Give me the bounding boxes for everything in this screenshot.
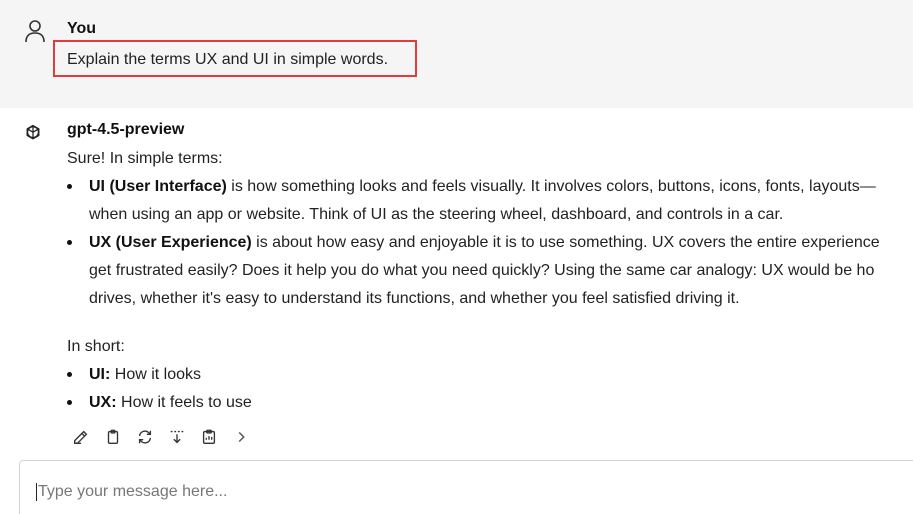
insert-icon	[170, 430, 184, 444]
insert-button[interactable]	[168, 427, 200, 447]
bullet-continuation: get frustrated easily? Does it help you …	[89, 262, 875, 279]
user-name: You	[67, 20, 97, 37]
copy-icon	[107, 429, 119, 444]
bullet-continuation: when using an app or website. Think of U…	[89, 206, 784, 223]
regenerate-icon	[138, 430, 152, 444]
assistant-message-body: Sure! In simple terms: UI (User Interfac…	[67, 145, 913, 417]
chevron-right-icon	[238, 431, 245, 443]
bullet-text: How it looks	[110, 366, 202, 383]
more-button[interactable]	[232, 427, 264, 447]
user-avatar-icon	[25, 20, 45, 43]
list-item: UI (User Interface) is how something loo…	[67, 173, 913, 201]
edit-icon	[74, 430, 88, 444]
assistant-logo-icon	[26, 124, 40, 140]
user-message-block: You Explain the terms UX and UI in simpl…	[0, 0, 913, 108]
bullet-term: UI:	[89, 366, 111, 383]
message-input[interactable]	[36, 483, 836, 501]
assistant-intro: Sure! In simple terms:	[67, 150, 223, 167]
regenerate-button[interactable]	[136, 427, 168, 447]
bullet-continuation: drives, whether it's easy to understand …	[89, 290, 740, 307]
clipboard-icon	[202, 429, 216, 444]
message-composer	[19, 460, 913, 514]
message-actions	[72, 427, 264, 447]
bullet-text: is how something looks and feels visuall…	[226, 178, 876, 195]
bullet-term: UX (User Experience)	[89, 234, 252, 251]
summary-label: In short:	[67, 338, 125, 355]
list-item: UX: How it feels to use	[67, 389, 913, 417]
bullet-text: How it feels to use	[116, 394, 252, 411]
bullet-term: UI (User Interface)	[89, 178, 227, 195]
edit-button[interactable]	[72, 427, 104, 447]
user-message-text: Explain the terms UX and UI in simple wo…	[53, 40, 417, 77]
assistant-name: gpt-4.5-preview	[67, 121, 185, 138]
list-item: UI: How it looks	[67, 361, 913, 389]
copy-button[interactable]	[104, 427, 136, 447]
clipboard-button[interactable]	[200, 427, 232, 447]
bullet-text: is about how easy and enjoyable it is to…	[251, 234, 880, 251]
bullet-term: UX:	[89, 394, 117, 411]
list-item: UX (User Experience) is about how easy a…	[67, 229, 913, 257]
